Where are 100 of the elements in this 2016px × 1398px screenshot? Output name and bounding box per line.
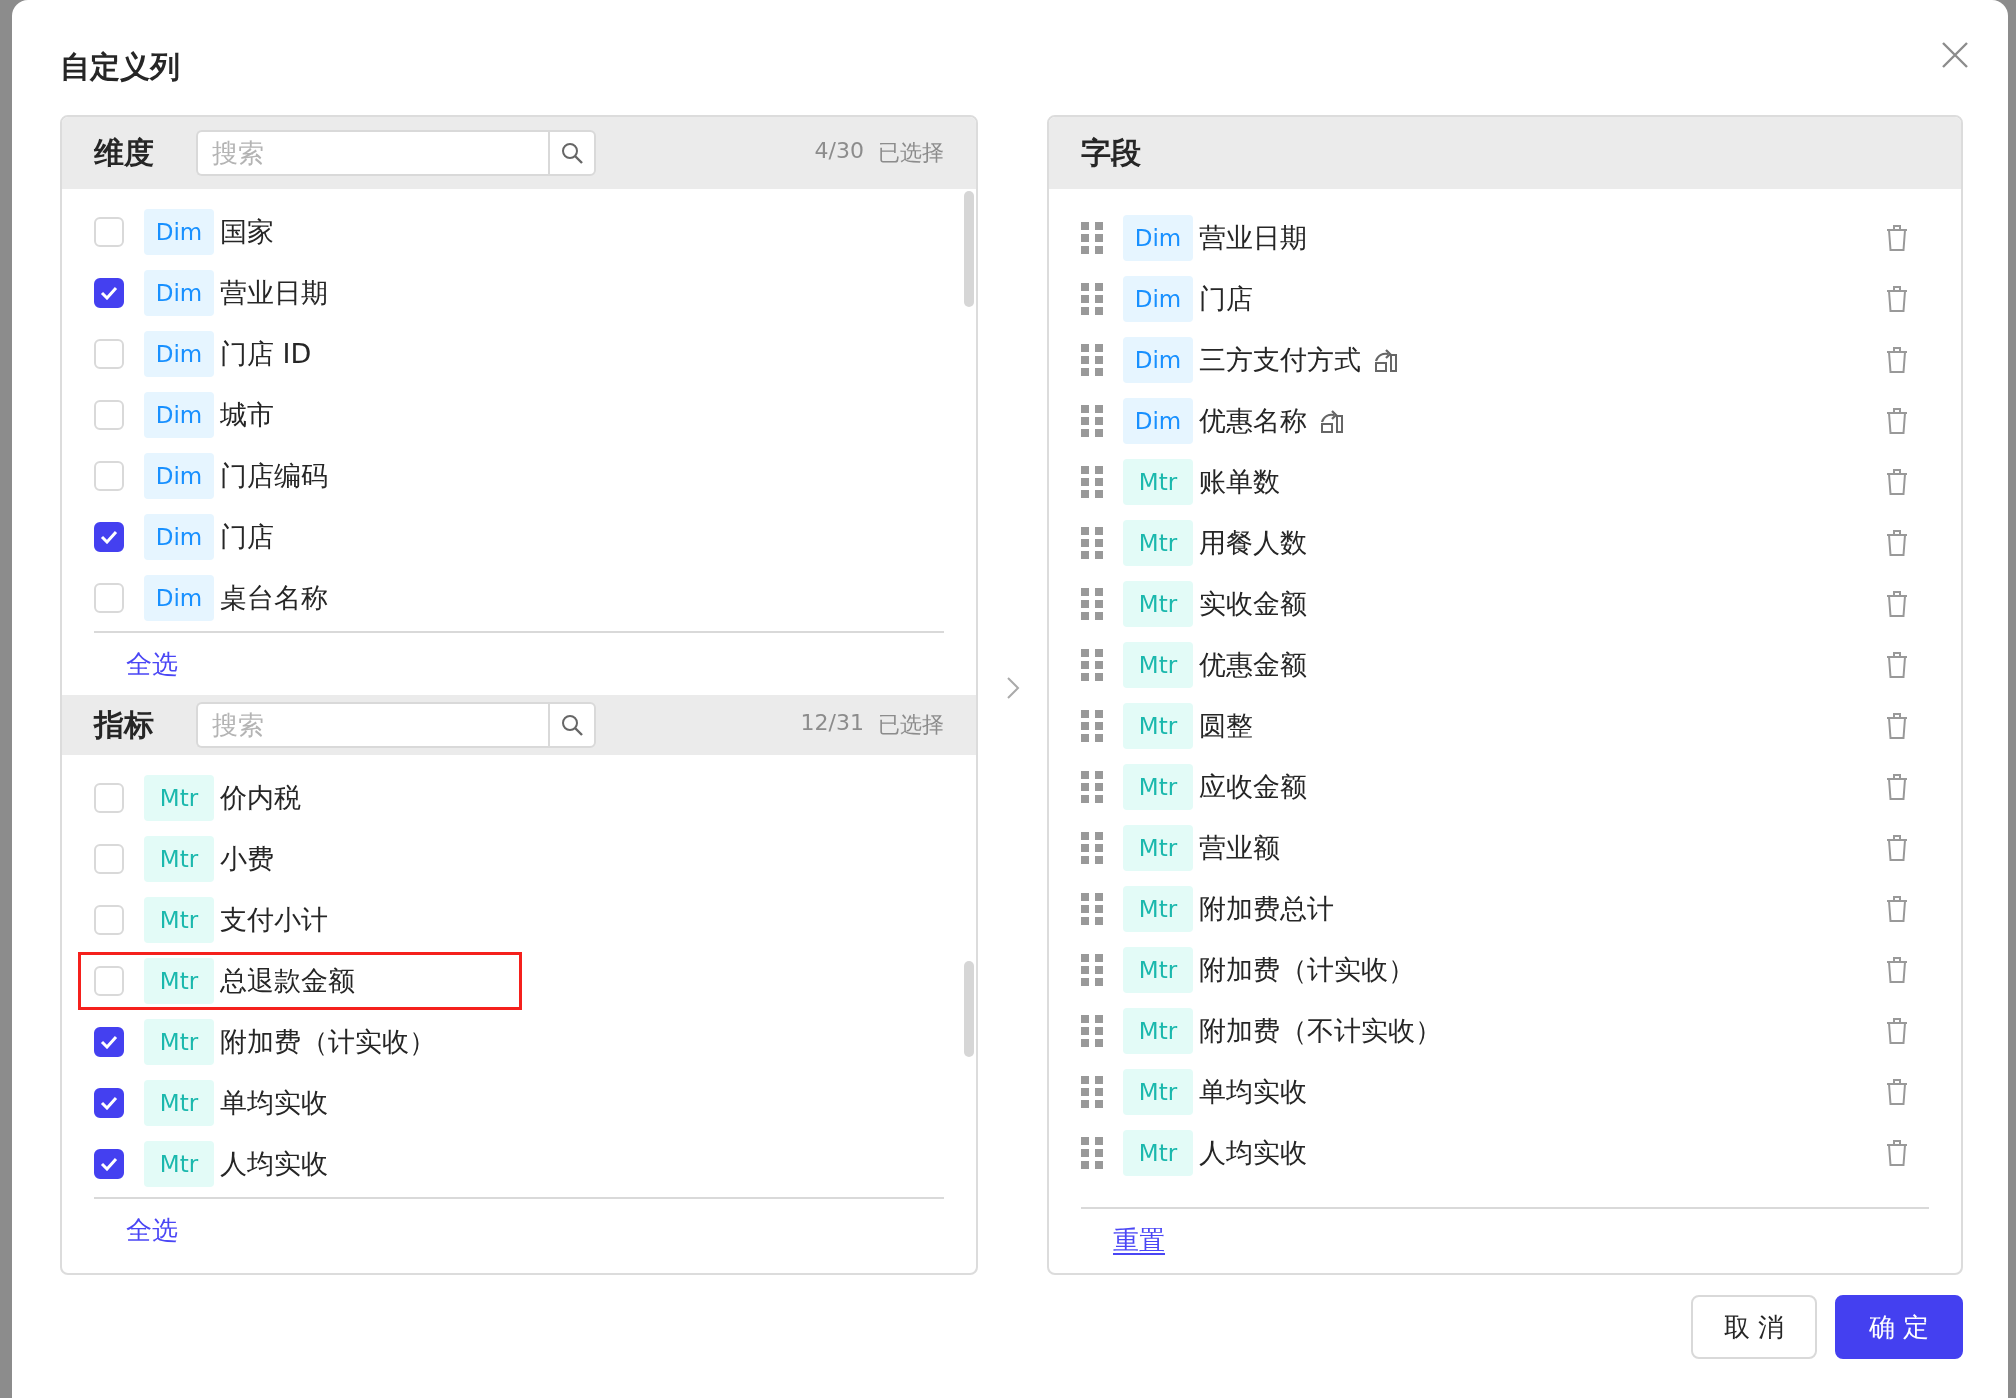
drag-handle-icon[interactable] xyxy=(1081,831,1103,864)
drag-handle-icon[interactable] xyxy=(1081,892,1103,925)
scrollbar[interactable] xyxy=(964,191,974,307)
search-icon xyxy=(560,713,584,737)
select-all-link[interactable]: 全选 xyxy=(126,1212,178,1248)
confirm-button[interactable]: 确 定 xyxy=(1835,1295,1963,1359)
item-label: 总退款金额 xyxy=(220,963,355,998)
drag-handle-icon[interactable] xyxy=(1081,1075,1103,1108)
field-label: 账单数 xyxy=(1199,464,1280,499)
selected-label: 已选择 xyxy=(878,711,944,739)
delete-icon[interactable] xyxy=(1885,284,1909,313)
close-icon[interactable] xyxy=(1940,40,1970,70)
drag-handle-icon[interactable] xyxy=(1081,770,1103,803)
delete-icon[interactable] xyxy=(1885,467,1909,496)
field-label: 应收金额 xyxy=(1199,769,1307,804)
field-label: 附加费（计实收） xyxy=(1199,952,1415,987)
type-tag: Mtr xyxy=(1123,1068,1193,1115)
field-label: 三方支付方式 xyxy=(1199,342,1361,377)
search-button[interactable] xyxy=(548,702,596,748)
type-tag: Dim xyxy=(144,269,214,316)
type-tag: Mtr xyxy=(1123,946,1193,993)
item-label: 桌台名称 xyxy=(220,580,328,615)
delete-icon[interactable] xyxy=(1885,955,1909,984)
field-label: 附加费总计 xyxy=(1199,891,1334,926)
drag-handle-icon[interactable] xyxy=(1081,465,1103,498)
type-tag: Mtr xyxy=(1123,824,1193,871)
drag-handle-icon[interactable] xyxy=(1081,709,1103,742)
cancel-button[interactable]: 取 消 xyxy=(1691,1295,1817,1359)
delete-icon[interactable] xyxy=(1885,345,1909,374)
drag-handle-icon[interactable] xyxy=(1081,1014,1103,1047)
type-tag: Mtr xyxy=(1123,641,1193,688)
item-label: 城市 xyxy=(220,397,274,432)
delete-icon[interactable] xyxy=(1885,772,1909,801)
type-tag: Dim xyxy=(1123,214,1193,261)
checkbox[interactable] xyxy=(94,1026,124,1057)
delete-icon[interactable] xyxy=(1885,1138,1909,1167)
search-field[interactable]: 搜索 xyxy=(196,702,548,748)
delete-icon[interactable] xyxy=(1885,1077,1909,1106)
search-button[interactable] xyxy=(548,130,596,176)
delete-icon[interactable] xyxy=(1885,223,1909,252)
checkbox[interactable] xyxy=(94,277,124,308)
scrollbar[interactable] xyxy=(964,961,974,1057)
delete-icon[interactable] xyxy=(1885,650,1909,679)
type-tag: Mtr xyxy=(144,957,214,1004)
type-tag: Mtr xyxy=(1123,1129,1193,1176)
drag-handle-icon[interactable] xyxy=(1081,404,1103,437)
drag-handle-icon[interactable] xyxy=(1081,343,1103,376)
type-tag: Dim xyxy=(144,330,214,377)
checkbox[interactable] xyxy=(94,521,124,552)
type-tag: Mtr xyxy=(144,1079,214,1126)
type-tag: Dim xyxy=(144,452,214,499)
checkmark-icon xyxy=(100,1156,118,1171)
drag-handle-icon[interactable] xyxy=(1081,526,1103,559)
checkmark-icon xyxy=(100,285,118,300)
field-label: 门店 xyxy=(1199,281,1253,316)
chevron-right-icon[interactable] xyxy=(1004,675,1021,701)
type-tag: Dim xyxy=(1123,275,1193,322)
type-tag: Mtr xyxy=(1123,702,1193,749)
field-label: 单均实收 xyxy=(1199,1074,1307,1109)
drag-handle-icon[interactable] xyxy=(1081,587,1103,620)
item-label: 门店 xyxy=(220,519,274,554)
checkbox[interactable] xyxy=(94,1087,124,1118)
delete-icon[interactable] xyxy=(1885,406,1909,435)
drag-handle-icon[interactable] xyxy=(1081,282,1103,315)
drag-handle-icon[interactable] xyxy=(1081,1136,1103,1169)
delete-icon[interactable] xyxy=(1885,589,1909,618)
item-label: 小费 xyxy=(220,841,274,876)
field-label: 优惠金额 xyxy=(1199,647,1307,682)
type-tag: Mtr xyxy=(1123,580,1193,627)
item-label: 支付小计 xyxy=(220,902,328,937)
section-title: 字段 xyxy=(1081,133,1142,172)
type-tag: Mtr xyxy=(144,774,214,821)
type-tag: Dim xyxy=(144,513,214,560)
checkmark-icon xyxy=(100,529,118,544)
delete-icon[interactable] xyxy=(1885,711,1909,740)
type-tag: Mtr xyxy=(1123,763,1193,810)
field-label: 用餐人数 xyxy=(1199,525,1307,560)
type-tag: Mtr xyxy=(144,1018,214,1065)
type-tag: Dim xyxy=(144,208,214,255)
drag-handle-icon[interactable] xyxy=(1081,648,1103,681)
type-tag: Mtr xyxy=(1123,885,1193,932)
field-label: 营业额 xyxy=(1199,830,1280,865)
item-label: 人均实收 xyxy=(220,1146,328,1181)
item-label: 价内税 xyxy=(220,780,301,815)
delete-icon[interactable] xyxy=(1885,833,1909,862)
drag-handle-icon[interactable] xyxy=(1081,953,1103,986)
search-field[interactable]: 搜索 xyxy=(196,130,548,176)
type-tag: Mtr xyxy=(1123,519,1193,566)
delete-icon[interactable] xyxy=(1885,1016,1909,1045)
field-label: 营业日期 xyxy=(1199,220,1307,255)
reset-link[interactable]: 重置 xyxy=(1113,1222,1165,1258)
item-label: 门店编码 xyxy=(220,458,328,493)
checkbox[interactable] xyxy=(94,1148,124,1179)
selected-count: 4/30 xyxy=(814,138,864,165)
delete-icon[interactable] xyxy=(1885,528,1909,557)
delete-icon[interactable] xyxy=(1885,894,1909,923)
field-label: 圆整 xyxy=(1199,708,1253,743)
type-tag: Mtr xyxy=(144,835,214,882)
drag-handle-icon[interactable] xyxy=(1081,221,1103,254)
select-all-link[interactable]: 全选 xyxy=(126,646,178,682)
